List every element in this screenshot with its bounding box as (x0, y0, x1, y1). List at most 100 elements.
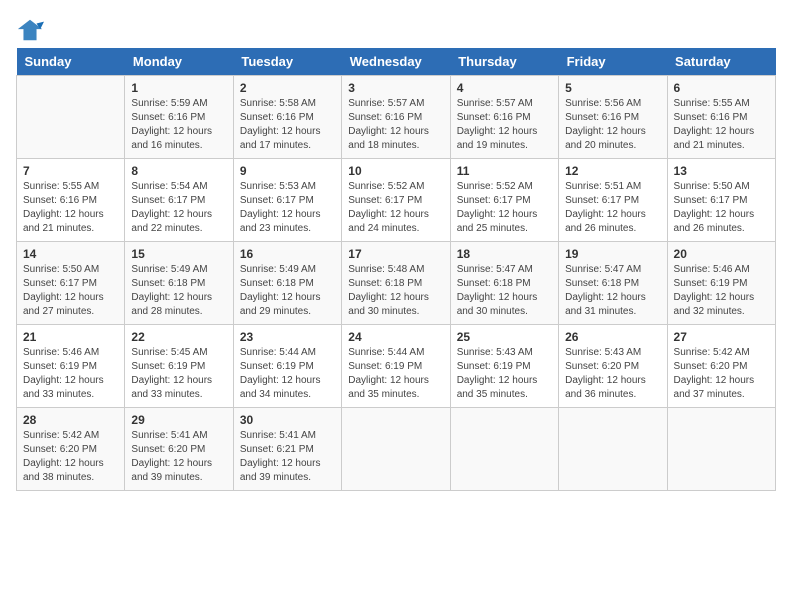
page-header (16, 16, 776, 44)
day-info: Sunrise: 5:55 AM Sunset: 6:16 PM Dayligh… (674, 97, 769, 153)
day-cell (559, 408, 667, 491)
day-number: 8 (131, 164, 226, 178)
logo-icon (16, 16, 44, 44)
day-number: 23 (240, 330, 335, 344)
day-number: 13 (674, 164, 769, 178)
day-number: 21 (23, 330, 118, 344)
day-number: 20 (674, 247, 769, 261)
col-header-monday: Monday (125, 48, 233, 76)
day-number: 28 (23, 413, 118, 427)
day-cell: 18Sunrise: 5:47 AM Sunset: 6:18 PM Dayli… (450, 242, 558, 325)
day-info: Sunrise: 5:46 AM Sunset: 6:19 PM Dayligh… (23, 346, 118, 402)
day-info: Sunrise: 5:41 AM Sunset: 6:20 PM Dayligh… (131, 429, 226, 485)
day-number: 4 (457, 81, 552, 95)
day-cell: 14Sunrise: 5:50 AM Sunset: 6:17 PM Dayli… (17, 242, 125, 325)
day-info: Sunrise: 5:57 AM Sunset: 6:16 PM Dayligh… (457, 97, 552, 153)
day-info: Sunrise: 5:49 AM Sunset: 6:18 PM Dayligh… (131, 263, 226, 319)
day-number: 2 (240, 81, 335, 95)
day-cell: 12 Sunrise: 5:51 AM Sunset: 6:17 PM Dayli… (559, 159, 667, 242)
day-number: 7 (23, 164, 118, 178)
day-number: 12 (565, 164, 660, 178)
day-cell: 19 Sunrise: 5:47 AM Sunset: 6:18 PM Dayli… (559, 242, 667, 325)
day-info: Sunrise: 5:42 AM Sunset: 6:20 PM Dayligh… (674, 346, 769, 402)
day-cell: 20 Sunrise: 5:46 AM Sunset: 6:19 PM Dayli… (667, 242, 775, 325)
day-info: Sunrise: 5:46 AM Sunset: 6:19 PM Dayligh… (674, 263, 769, 319)
day-cell: 23 Sunrise: 5:44 AM Sunset: 6:19 PM Dayli… (233, 325, 341, 408)
day-number: 11 (457, 164, 552, 178)
day-info: Sunrise: 5:53 AM Sunset: 6:17 PM Dayligh… (240, 180, 335, 236)
day-cell: 24 Sunrise: 5:44 AM Sunset: 6:19 PM Dayli… (342, 325, 450, 408)
day-info: Sunrise: 5:44 AM Sunset: 6:19 PM Dayligh… (240, 346, 335, 402)
day-info: Sunrise: 5:54 AM Sunset: 6:17 PM Dayligh… (131, 180, 226, 236)
day-number: 27 (674, 330, 769, 344)
day-info: Sunrise: 5:45 AM Sunset: 6:19 PM Dayligh… (131, 346, 226, 402)
col-header-thursday: Thursday (450, 48, 558, 76)
day-info: Sunrise: 5:43 AM Sunset: 6:20 PM Dayligh… (565, 346, 660, 402)
day-number: 15 (131, 247, 226, 261)
day-cell: 28 Sunrise: 5:42 AM Sunset: 6:20 PM Dayli… (17, 408, 125, 491)
day-cell (342, 408, 450, 491)
day-cell: 10 Sunrise: 5:52 AM Sunset: 6:17 PM Dayli… (342, 159, 450, 242)
week-row-4: 21 Sunrise: 5:46 AM Sunset: 6:19 PM Dayli… (17, 325, 776, 408)
day-cell: 15 Sunrise: 5:49 AM Sunset: 6:18 PM Dayli… (125, 242, 233, 325)
day-cell: 29Sunrise: 5:41 AM Sunset: 6:20 PM Dayli… (125, 408, 233, 491)
week-row-3: 14Sunrise: 5:50 AM Sunset: 6:17 PM Dayli… (17, 242, 776, 325)
day-info: Sunrise: 5:52 AM Sunset: 6:17 PM Dayligh… (457, 180, 552, 236)
day-info: Sunrise: 5:48 AM Sunset: 6:18 PM Dayligh… (348, 263, 443, 319)
day-cell: 6 Sunrise: 5:55 AM Sunset: 6:16 PM Daylig… (667, 76, 775, 159)
page-container: SundayMondayTuesdayWednesdayThursdayFrid… (16, 16, 776, 491)
day-cell: 13 Sunrise: 5:50 AM Sunset: 6:17 PM Dayli… (667, 159, 775, 242)
day-cell (450, 408, 558, 491)
day-number: 17 (348, 247, 443, 261)
day-number: 14 (23, 247, 118, 261)
day-number: 10 (348, 164, 443, 178)
col-header-sunday: Sunday (17, 48, 125, 76)
day-cell: 5 Sunrise: 5:56 AM Sunset: 6:16 PM Daylig… (559, 76, 667, 159)
day-info: Sunrise: 5:47 AM Sunset: 6:18 PM Dayligh… (565, 263, 660, 319)
day-number: 6 (674, 81, 769, 95)
day-number: 9 (240, 164, 335, 178)
week-row-1: 1Sunrise: 5:59 AM Sunset: 6:16 PM Daylig… (17, 76, 776, 159)
day-cell: 17 Sunrise: 5:48 AM Sunset: 6:18 PM Dayli… (342, 242, 450, 325)
day-number: 3 (348, 81, 443, 95)
header-row: SundayMondayTuesdayWednesdayThursdayFrid… (17, 48, 776, 76)
day-cell: 7 Sunrise: 5:55 AM Sunset: 6:16 PM Daylig… (17, 159, 125, 242)
day-info: Sunrise: 5:47 AM Sunset: 6:18 PM Dayligh… (457, 263, 552, 319)
day-cell: 2 Sunrise: 5:58 AM Sunset: 6:16 PM Daylig… (233, 76, 341, 159)
day-info: Sunrise: 5:56 AM Sunset: 6:16 PM Dayligh… (565, 97, 660, 153)
day-info: Sunrise: 5:52 AM Sunset: 6:17 PM Dayligh… (348, 180, 443, 236)
day-cell (17, 76, 125, 159)
col-header-wednesday: Wednesday (342, 48, 450, 76)
day-number: 19 (565, 247, 660, 261)
week-row-2: 7 Sunrise: 5:55 AM Sunset: 6:16 PM Daylig… (17, 159, 776, 242)
day-number: 24 (348, 330, 443, 344)
col-header-friday: Friday (559, 48, 667, 76)
day-cell: 30Sunrise: 5:41 AM Sunset: 6:21 PM Dayli… (233, 408, 341, 491)
day-cell: 21 Sunrise: 5:46 AM Sunset: 6:19 PM Dayli… (17, 325, 125, 408)
day-info: Sunrise: 5:49 AM Sunset: 6:18 PM Dayligh… (240, 263, 335, 319)
day-cell: 16Sunrise: 5:49 AM Sunset: 6:18 PM Dayli… (233, 242, 341, 325)
day-cell: 4 Sunrise: 5:57 AM Sunset: 6:16 PM Daylig… (450, 76, 558, 159)
day-number: 5 (565, 81, 660, 95)
day-info: Sunrise: 5:58 AM Sunset: 6:16 PM Dayligh… (240, 97, 335, 153)
day-info: Sunrise: 5:42 AM Sunset: 6:20 PM Dayligh… (23, 429, 118, 485)
day-info: Sunrise: 5:43 AM Sunset: 6:19 PM Dayligh… (457, 346, 552, 402)
day-cell: 1Sunrise: 5:59 AM Sunset: 6:16 PM Daylig… (125, 76, 233, 159)
day-info: Sunrise: 5:57 AM Sunset: 6:16 PM Dayligh… (348, 97, 443, 153)
day-info: Sunrise: 5:50 AM Sunset: 6:17 PM Dayligh… (674, 180, 769, 236)
day-cell: 25 Sunrise: 5:43 AM Sunset: 6:19 PM Dayli… (450, 325, 558, 408)
day-info: Sunrise: 5:59 AM Sunset: 6:16 PM Dayligh… (131, 97, 226, 153)
day-number: 26 (565, 330, 660, 344)
logo (16, 16, 48, 44)
day-cell: 11 Sunrise: 5:52 AM Sunset: 6:17 PM Dayli… (450, 159, 558, 242)
day-cell: 22 Sunrise: 5:45 AM Sunset: 6:19 PM Dayli… (125, 325, 233, 408)
day-info: Sunrise: 5:51 AM Sunset: 6:17 PM Dayligh… (565, 180, 660, 236)
day-info: Sunrise: 5:41 AM Sunset: 6:21 PM Dayligh… (240, 429, 335, 485)
day-cell: 9 Sunrise: 5:53 AM Sunset: 6:17 PM Daylig… (233, 159, 341, 242)
day-number: 25 (457, 330, 552, 344)
day-info: Sunrise: 5:44 AM Sunset: 6:19 PM Dayligh… (348, 346, 443, 402)
week-row-5: 28 Sunrise: 5:42 AM Sunset: 6:20 PM Dayli… (17, 408, 776, 491)
col-header-saturday: Saturday (667, 48, 775, 76)
day-info: Sunrise: 5:55 AM Sunset: 6:16 PM Dayligh… (23, 180, 118, 236)
day-number: 22 (131, 330, 226, 344)
